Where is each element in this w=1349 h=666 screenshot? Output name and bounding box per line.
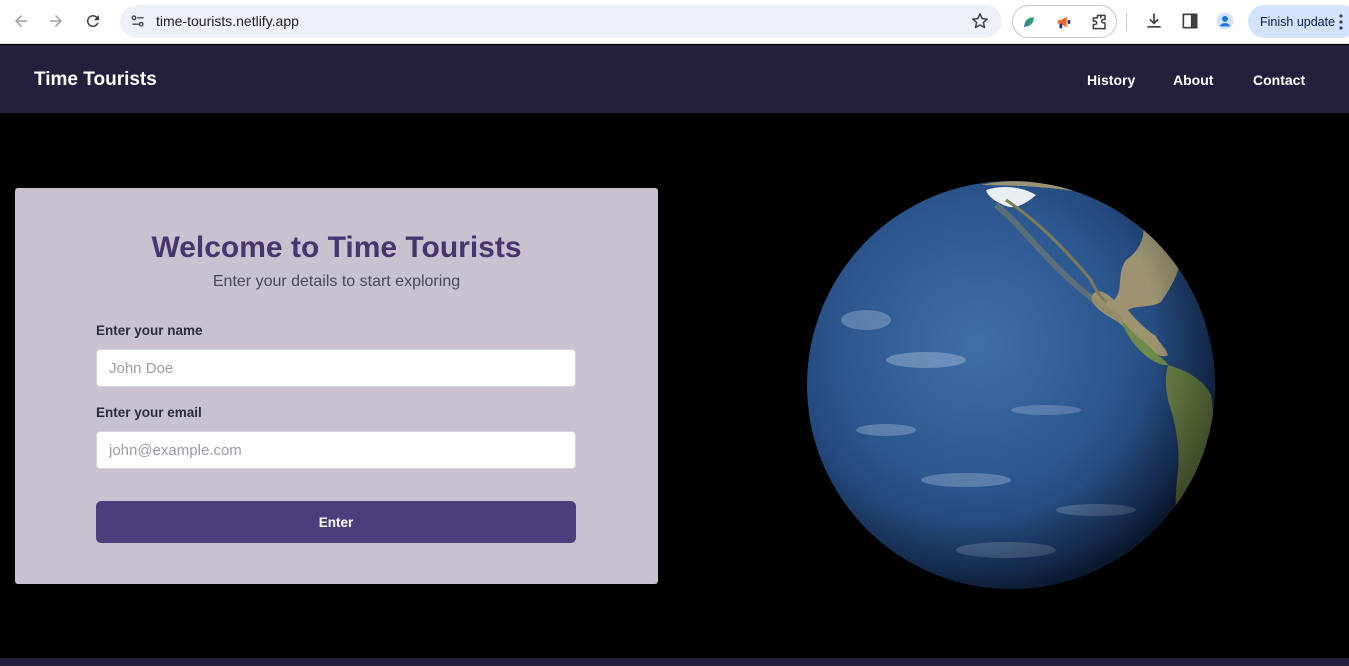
brand-logo-text[interactable]: Time Tourists (34, 69, 157, 91)
address-bar[interactable]: time-tourists.netlify.app (120, 5, 1002, 38)
earth-globe[interactable] (806, 180, 1216, 590)
bookmark-star-icon[interactable] (970, 11, 990, 31)
footer-strip (0, 658, 1349, 666)
finish-update-button[interactable]: Finish update (1248, 5, 1349, 38)
reload-icon[interactable] (79, 7, 107, 35)
enter-button[interactable]: Enter (96, 501, 576, 543)
extensions-group (1012, 5, 1117, 38)
toolbar-divider (1126, 13, 1127, 31)
name-label: Enter your name (96, 323, 203, 338)
extension-leaf-icon[interactable] (1019, 12, 1039, 32)
name-input[interactable] (96, 349, 576, 387)
nav-link-history[interactable]: History (1087, 72, 1135, 88)
main-content: Welcome to Time Tourists Enter your deta… (0, 113, 1349, 658)
nav-link-about[interactable]: About (1173, 72, 1213, 88)
back-arrow-icon[interactable] (7, 7, 35, 35)
side-panel-icon[interactable] (1180, 11, 1200, 31)
forward-arrow-icon[interactable] (42, 7, 70, 35)
browser-toolbar: time-tourists.netlify.app Finish update (0, 0, 1349, 44)
site-header: Time Tourists History About Contact (0, 45, 1349, 113)
email-label: Enter your email (96, 405, 202, 420)
email-input[interactable] (96, 431, 576, 469)
more-menu-icon[interactable] (1336, 12, 1346, 32)
download-icon[interactable] (1144, 11, 1164, 31)
site-settings-icon[interactable] (128, 11, 148, 31)
extension-megaphone-icon[interactable] (1054, 12, 1074, 32)
nav-link-contact[interactable]: Contact (1253, 72, 1305, 88)
extensions-puzzle-icon[interactable] (1090, 12, 1110, 32)
finish-update-label: Finish update (1260, 14, 1336, 29)
url-text: time-tourists.netlify.app (156, 13, 299, 29)
profile-avatar-icon[interactable] (1215, 11, 1235, 31)
form-subtitle: Enter your details to start exploring (212, 273, 461, 290)
welcome-form-card: Welcome to Time Tourists Enter your deta… (15, 188, 658, 584)
form-title: Welcome to Time Tourists (151, 231, 522, 264)
